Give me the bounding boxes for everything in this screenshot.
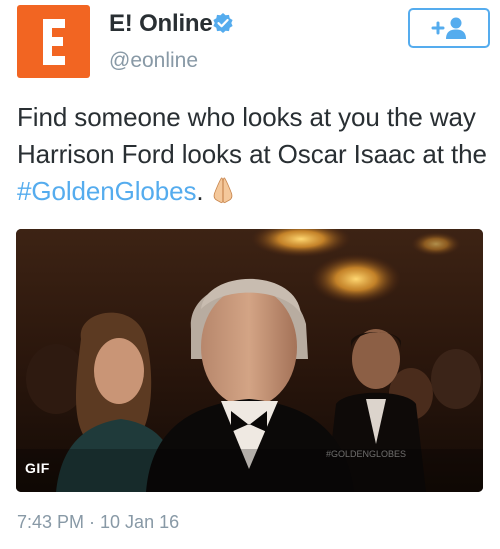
tweet-timestamp[interactable]: 7:43 PM · 10 Jan 16 [17,512,179,533]
e-online-logo-icon [43,19,65,65]
gif-badge: GIF [25,460,50,476]
verified-badge-icon [213,13,233,33]
gif-scene-image: #GOLDENGLOBES [16,229,483,492]
folded-hands-icon [213,177,232,204]
hashtag-link[interactable]: #GoldenGlobes [17,176,196,206]
screen-name[interactable]: @eonline [109,49,198,73]
tweet-body: Find someone who looks at you the way Ha… [17,102,487,169]
tweet-text: Find someone who looks at you the way Ha… [17,99,487,210]
follow-user-icon [431,17,466,39]
follow-button[interactable] [408,8,490,48]
gif-media[interactable]: #GOLDENGLOBES GIF [16,229,483,492]
avatar[interactable] [17,5,90,78]
tweet-end: . [196,176,204,206]
display-name[interactable]: E! Online [109,10,213,38]
